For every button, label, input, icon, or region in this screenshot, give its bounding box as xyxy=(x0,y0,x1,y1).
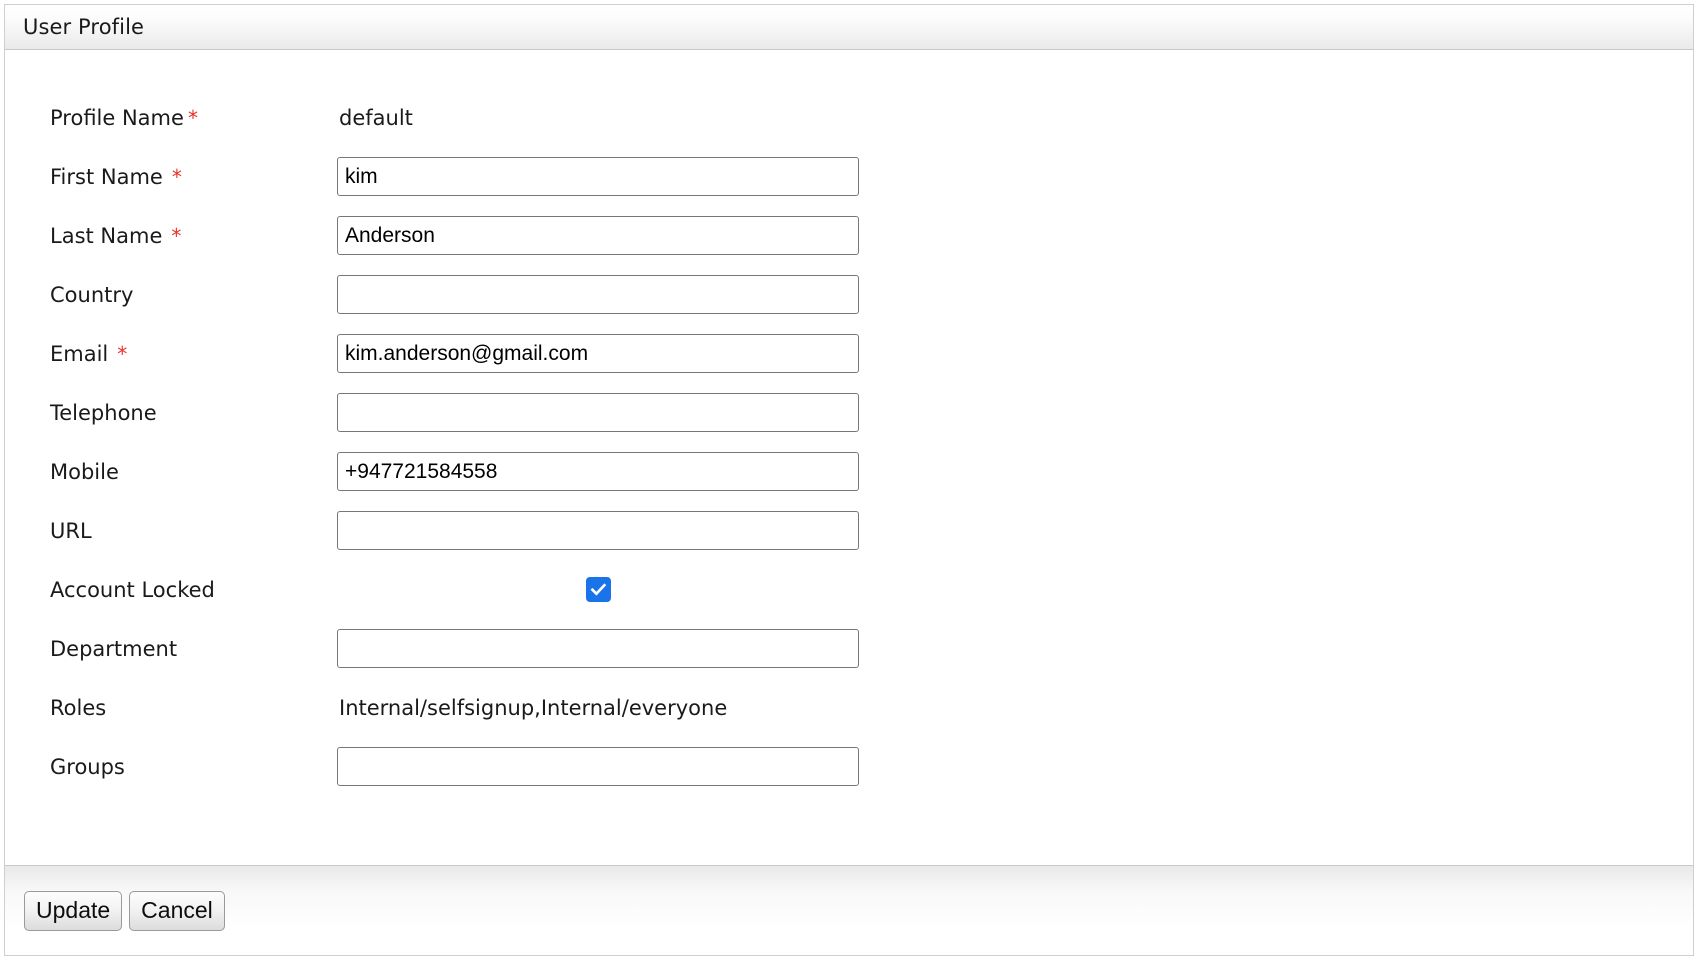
form-row-profile-name: Profile Name * default xyxy=(5,88,1693,147)
field-first-name xyxy=(337,157,1693,196)
form-row-first-name: First Name * xyxy=(5,147,1693,206)
profile-name-value: default xyxy=(339,105,413,130)
checkbox-wrap xyxy=(337,577,859,602)
label-text: Groups xyxy=(50,754,125,779)
mobile-input[interactable] xyxy=(337,452,859,491)
field-email xyxy=(337,334,1693,373)
department-input[interactable] xyxy=(337,629,859,668)
form-row-mobile: Mobile xyxy=(5,442,1693,501)
account-locked-checkbox[interactable] xyxy=(585,577,611,602)
field-roles: Internal/selfsignup,Internal/everyone xyxy=(337,696,1693,720)
user-profile-form: Profile Name*defaultFirst Name*Last Name… xyxy=(5,50,1693,865)
field-mobile xyxy=(337,452,1693,491)
label-text: First Name xyxy=(50,164,163,189)
label-text: Department xyxy=(50,636,178,661)
label-mobile: Mobile xyxy=(5,460,337,484)
label-first-name: First Name * xyxy=(5,165,337,189)
country-input[interactable] xyxy=(337,275,859,314)
field-department xyxy=(337,629,1693,668)
label-account-locked: Account Locked xyxy=(5,578,337,602)
label-groups: Groups xyxy=(5,755,337,779)
field-url xyxy=(337,511,1693,550)
roles-value: Internal/selfsignup,Internal/everyone xyxy=(339,695,728,720)
panel-header: User Profile xyxy=(5,5,1693,50)
user-profile-panel: User Profile Profile Name * default First N… xyxy=(4,4,1694,956)
label-country: Country xyxy=(5,283,337,307)
last-name-input[interactable] xyxy=(337,216,859,255)
check-icon xyxy=(590,583,606,596)
label-last-name: Last Name * xyxy=(5,224,337,248)
field-country xyxy=(337,275,1693,314)
label-text: Profile Name xyxy=(50,105,184,130)
label-text: Email xyxy=(50,341,109,366)
form-row-department: Department xyxy=(5,619,1693,678)
required-marker: * xyxy=(171,164,182,189)
label-email: Email * xyxy=(5,342,337,366)
label-text: Account Locked xyxy=(50,577,215,602)
form-actions: Update Cancel xyxy=(5,865,1693,955)
first-name-input[interactable] xyxy=(337,157,859,196)
required-marker: * xyxy=(117,341,128,366)
form-row-roles: Roles Internal/selfsignup,Internal/everyo… xyxy=(5,678,1693,737)
label-telephone: Telephone xyxy=(5,401,337,425)
label-text: Country xyxy=(50,282,134,307)
field-profile-name: default xyxy=(337,106,1693,130)
form-row-email: Email * xyxy=(5,324,1693,383)
label-text: Last Name xyxy=(50,223,163,248)
field-last-name xyxy=(337,216,1693,255)
field-telephone xyxy=(337,393,1693,432)
required-marker: * xyxy=(171,223,182,248)
required-marker: * xyxy=(187,105,198,130)
label-roles: Roles xyxy=(5,696,337,720)
form-row-last-name: Last Name * xyxy=(5,206,1693,265)
email-input[interactable] xyxy=(337,334,859,373)
update-button[interactable]: Update xyxy=(24,890,123,931)
label-profile-name: Profile Name * xyxy=(5,106,337,130)
form-row-account-locked: Account Locked xyxy=(5,560,1693,619)
form-row-telephone: Telephone xyxy=(5,383,1693,442)
groups-input[interactable] xyxy=(337,747,859,786)
form-row-groups: Groups xyxy=(5,737,1693,796)
label-text: Mobile xyxy=(50,459,119,484)
label-text: Roles xyxy=(50,695,107,720)
label-text: URL xyxy=(50,518,92,543)
label-url: URL xyxy=(5,519,337,543)
form-row-url: URL xyxy=(5,501,1693,560)
telephone-input[interactable] xyxy=(337,393,859,432)
url-input[interactable] xyxy=(337,511,859,550)
form-row-country: Country xyxy=(5,265,1693,324)
field-groups xyxy=(337,747,1693,786)
field-account-locked xyxy=(337,577,1693,602)
label-department: Department xyxy=(5,637,337,661)
page-title: User Profile xyxy=(23,15,145,39)
cancel-button[interactable]: Cancel xyxy=(129,890,225,931)
label-text: Telephone xyxy=(50,400,157,425)
